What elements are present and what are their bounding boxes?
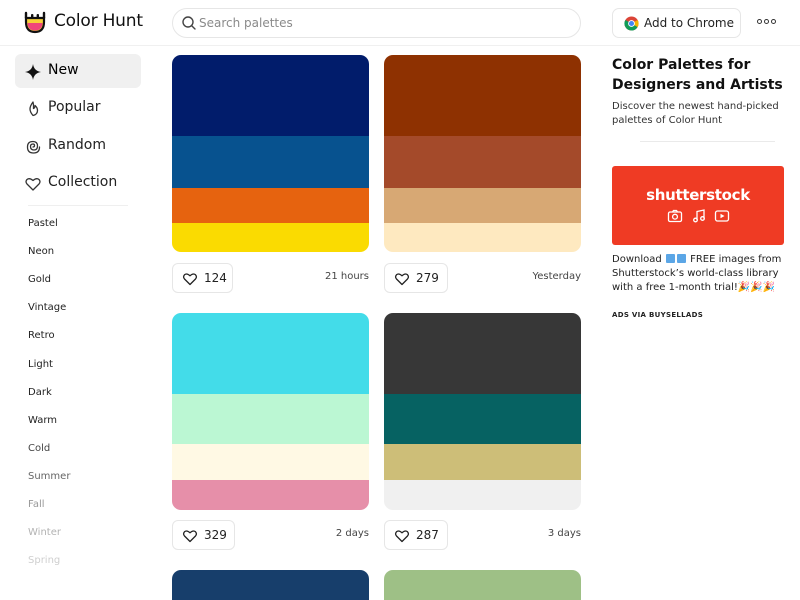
dot-icon [757, 19, 762, 24]
tag-summer[interactable]: Summer [28, 471, 70, 482]
tag-vintage[interactable]: Vintage [28, 302, 66, 313]
palette-color-1[interactable] [384, 55, 581, 136]
palette-color-3[interactable] [172, 444, 369, 480]
nav-new[interactable]: New [15, 54, 141, 88]
nav-random[interactable]: Random [15, 129, 141, 163]
music-note-icon [693, 209, 705, 223]
top-bar: Color Hunt Add to Chrome [0, 0, 800, 46]
heart-icon [25, 178, 41, 191]
more-options-button[interactable] [757, 13, 781, 31]
heart-icon [394, 530, 410, 543]
ad-emoji-box-icon [665, 254, 675, 263]
search-icon [182, 16, 196, 30]
nav-new-label: New [48, 62, 79, 78]
palette-color-3[interactable] [384, 188, 581, 223]
like-count: 287 [416, 528, 439, 542]
promo-subtitle: Discover the newest hand-picked palettes… [612, 101, 779, 126]
palette-color-1[interactable] [384, 570, 581, 600]
tag-light[interactable]: Light [28, 359, 53, 370]
palette-card[interactable] [172, 55, 369, 252]
dot-icon [764, 19, 769, 24]
heart-icon [394, 273, 410, 286]
dot-icon [771, 19, 776, 24]
palette-time: 21 hours [324, 271, 369, 282]
palette-time: 3 days [547, 528, 581, 539]
palette-color-3[interactable] [384, 444, 581, 480]
search-bar[interactable] [172, 8, 581, 38]
palette-color-1[interactable] [172, 55, 369, 136]
like-button[interactable]: 279 [384, 263, 448, 293]
nav-popular[interactable]: Popular [15, 91, 141, 125]
like-button[interactable]: 287 [384, 520, 448, 550]
shutterstock-ad-banner[interactable]: shutterstock [612, 166, 784, 245]
promo-title: Color Palettes for Designers and Artists [612, 57, 783, 93]
tag-fall[interactable]: Fall [28, 499, 45, 510]
sparkle-icon [25, 64, 41, 80]
palette-color-4[interactable] [384, 223, 581, 252]
ad-description[interactable]: Download FREE images from Shutterstock’s… [612, 253, 788, 295]
tag-neon[interactable]: Neon [28, 246, 54, 257]
tag-gold[interactable]: Gold [28, 274, 51, 285]
like-count: 279 [416, 271, 439, 285]
camera-icon [667, 209, 683, 223]
palette-color-4[interactable] [172, 223, 369, 252]
palette-color-4[interactable] [172, 480, 369, 510]
palette-color-1[interactable] [172, 313, 369, 394]
add-to-chrome-label: Add to Chrome [644, 16, 734, 30]
video-play-icon [714, 210, 730, 222]
palette-color-4[interactable] [384, 480, 581, 510]
brand-name[interactable]: Color Hunt [54, 11, 143, 31]
like-button[interactable]: 329 [172, 520, 235, 550]
heart-icon [182, 530, 198, 543]
palette-time: 2 days [335, 528, 369, 539]
palette-color-3[interactable] [172, 188, 369, 223]
add-to-chrome-button[interactable]: Add to Chrome [612, 8, 741, 38]
heart-icon [182, 273, 198, 286]
palette-color-1[interactable] [172, 570, 369, 600]
palette-card[interactable] [384, 313, 581, 510]
like-count: 329 [204, 528, 227, 542]
palette-color-2[interactable] [384, 136, 581, 188]
palette-card[interactable] [172, 313, 369, 510]
ad-media-icons [667, 208, 731, 224]
palette-color-2[interactable] [172, 394, 369, 444]
like-count: 124 [204, 271, 227, 285]
chrome-icon [624, 16, 639, 31]
sidebar-divider [28, 205, 128, 206]
tag-retro[interactable]: Retro [28, 330, 55, 341]
palette-card[interactable] [172, 570, 369, 600]
search-input[interactable] [199, 14, 569, 32]
palette-time: Yesterday [532, 271, 581, 282]
tag-dark[interactable]: Dark [28, 387, 52, 398]
palette-color-2[interactable] [384, 394, 581, 444]
flame-icon [29, 101, 39, 117]
spiral-icon [26, 140, 41, 154]
tag-pastel[interactable]: Pastel [28, 218, 58, 229]
tag-spring[interactable]: Spring [28, 555, 60, 566]
nav-popular-label: Popular [48, 99, 101, 115]
nav-collection[interactable]: Collection [15, 166, 141, 200]
right-divider [640, 141, 775, 142]
shutterstock-logo: shutterstock [646, 186, 750, 204]
like-button[interactable]: 124 [172, 263, 233, 293]
ads-via-buysellads[interactable]: ADS VIA BUYSELLADS [612, 311, 703, 319]
nav-collection-label: Collection [48, 174, 118, 190]
tag-cold[interactable]: Cold [28, 443, 50, 454]
nav-random-label: Random [48, 137, 106, 153]
palette-color-1[interactable] [384, 313, 581, 394]
palette-card[interactable] [384, 570, 581, 600]
tag-warm[interactable]: Warm [28, 415, 57, 426]
ad-text-start: Download [612, 254, 662, 265]
palette-card[interactable] [384, 55, 581, 252]
tag-winter[interactable]: Winter [28, 527, 61, 538]
ad-emoji-box-icon [676, 254, 686, 263]
palette-color-2[interactable] [172, 136, 369, 188]
color-hunt-logo-icon[interactable] [22, 9, 48, 35]
